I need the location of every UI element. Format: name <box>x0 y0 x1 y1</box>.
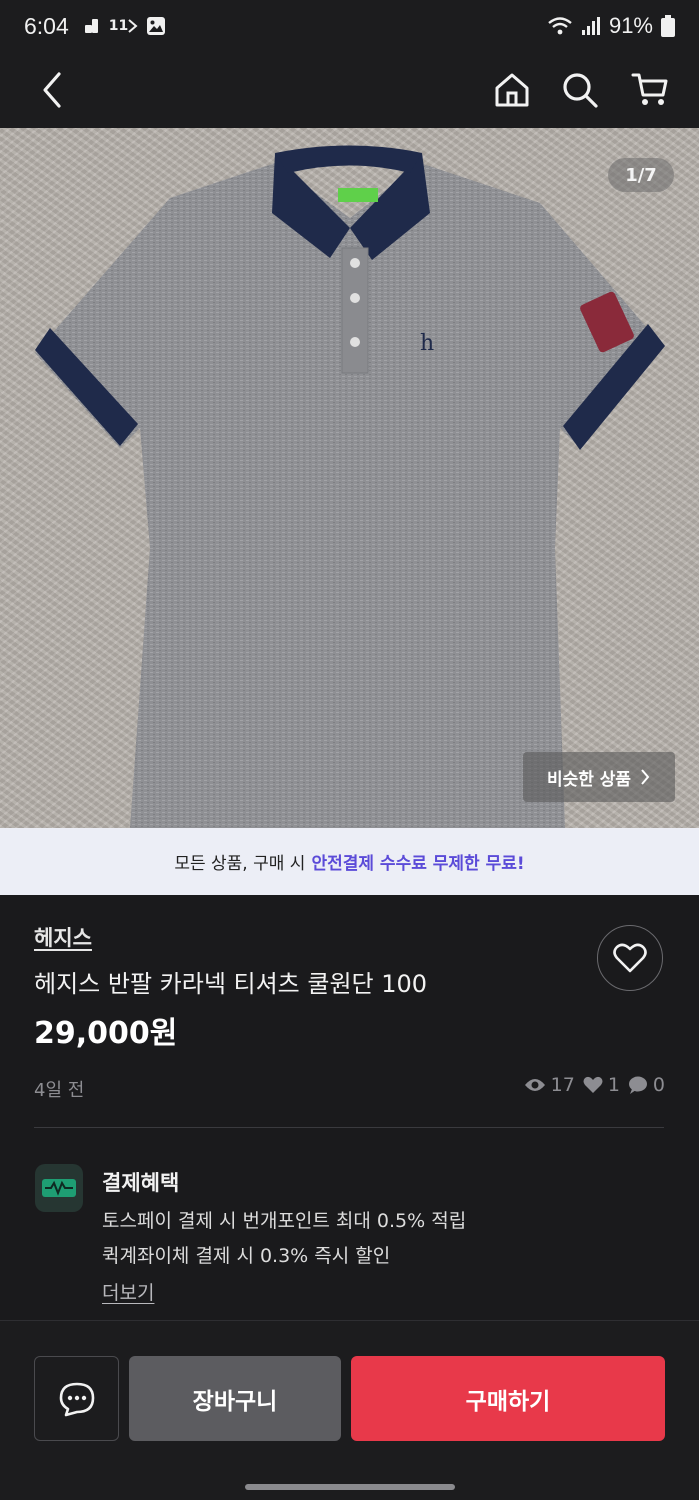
gallery-icon <box>146 16 166 36</box>
brand-link[interactable]: 헤지스 <box>34 922 92 952</box>
status-left-icons: 11 <box>83 16 166 36</box>
back-arrow-icon <box>43 72 61 108</box>
heart-filled-icon <box>583 1076 603 1093</box>
home-icon <box>495 73 529 107</box>
chevron-right-icon <box>641 769 650 785</box>
battery-icon <box>661 15 675 37</box>
notification-icon <box>83 17 101 35</box>
cart-icon <box>631 73 668 105</box>
chat-icon <box>59 1382 94 1416</box>
back-button[interactable] <box>28 66 76 114</box>
search-icon <box>563 73 598 108</box>
product-price: 29,000원 <box>34 1016 178 1051</box>
promo-prefix: 모든 상품, 구매 시 <box>174 854 306 874</box>
carrier-11-icon: 11 <box>109 18 138 34</box>
home-button[interactable] <box>488 66 536 114</box>
views-stat: 17 <box>524 1074 575 1096</box>
status-time: 6:04 <box>24 12 69 39</box>
search-button[interactable] <box>556 66 604 114</box>
top-nav <box>0 52 699 128</box>
chat-bubble-icon <box>628 1076 647 1094</box>
chats-stat: 0 <box>628 1074 665 1096</box>
product-title: 헤지스 반팔 카라넥 티셔츠 쿨원단 100 <box>34 970 428 998</box>
similar-items-button[interactable]: 비슷한 상품 <box>523 752 675 802</box>
heart-icon <box>613 943 647 973</box>
product-image[interactable]: h 1/7 비슷한 상품 <box>0 128 699 828</box>
status-right: 91% <box>547 13 675 39</box>
chat-button[interactable] <box>34 1356 119 1441</box>
polo-shirt-image: h <box>35 145 665 828</box>
like-button[interactable] <box>597 925 663 991</box>
benefit-title: 결제혜택 <box>102 1171 180 1195</box>
posted-time: 4일 전 <box>34 1080 85 1101</box>
benefit-line-transfer: 퀵계좌이체 결제 시 0.3% 즉시 할인 <box>102 1245 391 1267</box>
carrier-label: 11 <box>108 18 129 34</box>
promo-banner[interactable]: 모든 상품, 구매 시 안전결제 수수료 무제한 무료! <box>0 828 699 895</box>
divider <box>34 1127 664 1128</box>
wifi-icon <box>547 16 573 36</box>
signal-icon <box>581 16 601 36</box>
svg-text:h: h <box>420 331 434 356</box>
similar-items-label: 비슷한 상품 <box>546 769 632 790</box>
more-link[interactable]: 더보기 <box>102 1278 154 1305</box>
benefit-line-toss: 토스페이 결제 시 번개포인트 최대 0.5% 적립 <box>102 1210 467 1232</box>
add-to-cart-button[interactable]: 장바구니 <box>129 1356 341 1441</box>
page-indicator: 1/7 <box>608 158 674 192</box>
cart-button[interactable] <box>626 66 674 114</box>
chats-count: 0 <box>652 1074 665 1096</box>
buy-button[interactable]: 구매하기 <box>351 1356 665 1441</box>
status-bar: 6:04 11 91% <box>0 0 699 52</box>
home-indicator[interactable] <box>245 1484 455 1490</box>
battery-percent: 91% <box>608 13 653 38</box>
product-stats: 17 1 0 <box>524 1074 665 1096</box>
bottom-action-bar: 장바구니 구매하기 <box>0 1320 699 1500</box>
likes-count: 1 <box>607 1074 620 1096</box>
payment-benefit-icon <box>35 1164 83 1212</box>
views-count: 17 <box>550 1074 575 1096</box>
eye-icon <box>524 1079 545 1091</box>
promo-highlight: 안전결제 수수료 무제한 무료! <box>311 854 525 874</box>
likes-stat: 1 <box>583 1074 620 1096</box>
